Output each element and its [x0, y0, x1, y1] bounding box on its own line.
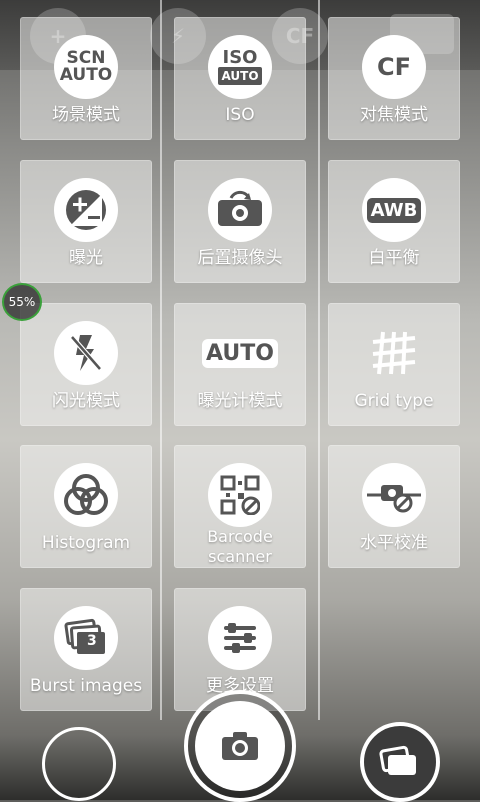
tile-label: Barcode scanner — [207, 527, 273, 566]
sliders-icon — [208, 606, 272, 670]
tile-scene-mode[interactable]: SCN AUTO 场景模式 — [20, 17, 152, 140]
level-icon — [362, 463, 426, 527]
burst-count-text: 3 — [87, 633, 97, 649]
tile-label: 对焦模式 — [360, 105, 428, 125]
tile-switch-camera[interactable]: 后置摄像头 — [174, 160, 306, 283]
tile-label: 白平衡 — [368, 248, 420, 268]
metering-icon-text: AUTO — [202, 338, 278, 368]
tile-exposure[interactable]: 曝光 — [20, 160, 152, 283]
histogram-icon — [54, 463, 118, 527]
tile-label: Grid type — [354, 391, 434, 411]
focus-icon-text: CF — [376, 53, 411, 81]
tile-label: 曝光计模式 — [197, 391, 283, 411]
gallery-icon — [379, 745, 416, 775]
iso-icon-text-top: ISO — [222, 47, 258, 68]
zoom-percent-text: 55% — [8, 295, 36, 309]
tile-flash-mode[interactable]: 闪光模式 — [20, 303, 152, 426]
divider-line — [318, 0, 320, 720]
awb-icon-text: AWB — [366, 197, 422, 223]
scene-auto-icon: SCN AUTO — [54, 35, 118, 99]
flash-off-icon — [54, 321, 118, 385]
tile-metering-mode[interactable]: AUTO 曝光计模式 — [174, 303, 306, 426]
video-record-button[interactable] — [42, 727, 116, 801]
camera-icon — [222, 732, 258, 760]
gallery-button[interactable] — [360, 722, 440, 802]
scene-icon-text-bottom: AUTO — [59, 65, 113, 85]
divider-line — [160, 0, 162, 720]
awb-icon: AWB — [362, 178, 426, 242]
tile-label: 后置摄像头 — [197, 248, 283, 268]
shutter-inner — [195, 701, 285, 791]
zoom-indicator: 55% — [2, 283, 42, 321]
metering-auto-icon: AUTO — [202, 321, 278, 385]
qr-code-icon — [208, 463, 272, 527]
tile-focus-mode[interactable]: CF 对焦模式 — [328, 17, 460, 140]
tile-label: 场景模式 — [52, 105, 120, 125]
tile-histogram[interactable]: Histogram — [20, 445, 152, 568]
grid-icon — [362, 321, 426, 385]
tile-grid-type[interactable]: Grid type — [328, 303, 460, 426]
tile-barcode-scanner[interactable]: Barcode scanner — [174, 445, 306, 568]
cf-focus-icon: CF — [362, 35, 426, 99]
tile-label: 闪光模式 — [52, 391, 120, 411]
tile-iso[interactable]: ISO AUTO ISO — [174, 17, 306, 140]
shutter-button[interactable] — [184, 690, 296, 802]
burst-icon: 3 — [54, 606, 118, 670]
exposure-icon — [54, 178, 118, 242]
tile-label: 水平校准 — [360, 533, 428, 553]
switch-camera-icon — [208, 178, 272, 242]
tile-burst-images[interactable]: 3 Burst images — [20, 588, 152, 711]
tile-label: 曝光 — [69, 248, 103, 268]
tile-label: Burst images — [29, 676, 143, 696]
iso-auto-icon: ISO AUTO — [208, 35, 272, 99]
iso-icon-text-bottom: AUTO — [218, 67, 262, 85]
tile-level-calibration[interactable]: 水平校准 — [328, 445, 460, 568]
tile-label: Histogram — [41, 533, 131, 553]
tile-white-balance[interactable]: AWB 白平衡 — [328, 160, 460, 283]
tile-label: ISO — [225, 105, 255, 125]
